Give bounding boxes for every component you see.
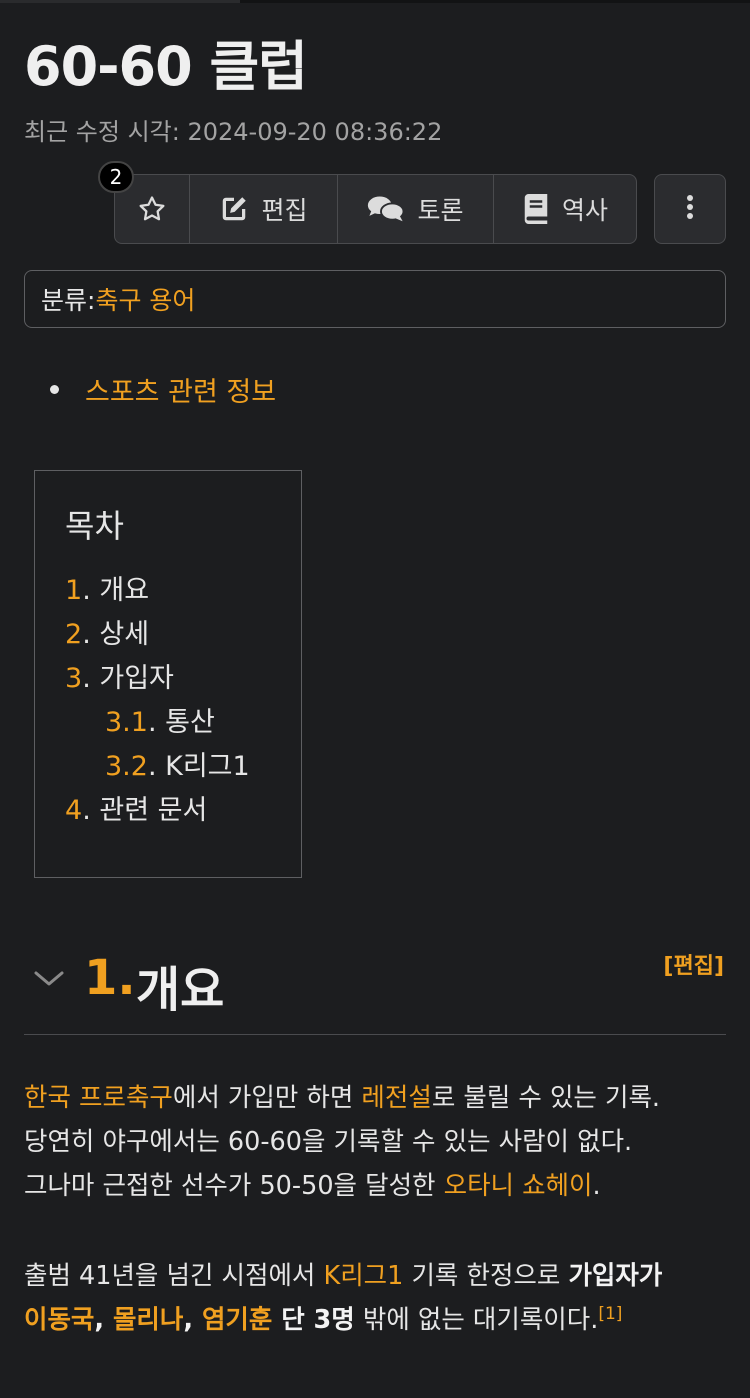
toc-item-label: . 관련 문서 bbox=[82, 795, 208, 826]
separator: , bbox=[94, 1305, 113, 1335]
text: 로 불릴 수 있는 기록. bbox=[431, 1083, 661, 1113]
link-legend[interactable]: 레전설 bbox=[361, 1083, 431, 1113]
edit-icon bbox=[219, 194, 249, 224]
top-bar-mark bbox=[0, 0, 240, 3]
overview-paragraph-1: 한국 프로축구에서 가입만 하면 레전설로 불릴 수 있는 기록. 당연히 야구… bbox=[24, 1076, 734, 1208]
text: 에서 가입만 하면 bbox=[172, 1083, 362, 1113]
toc-item-number[interactable]: 3 bbox=[65, 663, 82, 694]
section-edit-link[interactable]: [편집] bbox=[663, 948, 724, 980]
table-of-contents: 목차 1. 개요 2. 상세 3. 가입자 3.1. 통산 3.2. K리그1 … bbox=[34, 470, 302, 878]
toc-item-number[interactable]: 3.2 bbox=[105, 751, 148, 782]
toc-item-label: . 개요 bbox=[82, 575, 150, 606]
toc-item-label: . 통산 bbox=[147, 707, 215, 738]
edit-label: 편집 bbox=[261, 196, 308, 225]
link-lee-dong-gook[interactable]: 이동국 bbox=[24, 1305, 94, 1335]
category-label: 분류: bbox=[41, 286, 96, 315]
toc-title: 목차 bbox=[65, 507, 124, 545]
toc-item-number[interactable]: 3.1 bbox=[105, 707, 148, 738]
link-kleague1[interactable]: K리그1 bbox=[323, 1261, 403, 1291]
toc-item-number[interactable]: 2 bbox=[65, 619, 82, 650]
history-button[interactable]: 역사 bbox=[494, 175, 636, 243]
link-molina[interactable]: 몰리나 bbox=[113, 1305, 183, 1335]
text: . bbox=[592, 1171, 601, 1201]
toc-item-number[interactable]: 1 bbox=[65, 575, 82, 606]
toc-item-overview[interactable]: 1. 개요 bbox=[65, 569, 301, 613]
text: 당연히 야구에서는 60-60을 기록할 수 있는 사람이 없다. bbox=[24, 1127, 633, 1157]
section-title: 개요 bbox=[136, 962, 225, 1018]
book-icon bbox=[522, 194, 550, 224]
related-link[interactable]: 스포츠 관련 정보 bbox=[85, 370, 276, 409]
text: 그나마 근접한 선수가 50-50을 달성한 bbox=[24, 1171, 444, 1201]
toc-item-details[interactable]: 2. 상세 bbox=[65, 613, 301, 657]
overview-paragraph-2: 출범 41년을 넘긴 시점에서 K리그1 기록 한정으로 가입자가 이동국, 몰… bbox=[24, 1254, 734, 1342]
category-box: 분류: 축구 용어 bbox=[24, 270, 726, 328]
link-ohtani[interactable]: 오타니 쇼헤이 bbox=[444, 1171, 593, 1201]
star-count-badge: 2 bbox=[98, 161, 134, 193]
history-label: 역사 bbox=[561, 196, 608, 225]
star-icon bbox=[137, 194, 167, 224]
discuss-label: 토론 bbox=[417, 196, 464, 225]
document-toolbar: 편집 토론 역사 bbox=[114, 174, 637, 244]
page-title: 60-60 클럽 bbox=[24, 35, 308, 98]
comments-icon bbox=[367, 194, 405, 224]
bold-text: 단 3명 bbox=[272, 1305, 355, 1335]
discuss-button[interactable]: 토론 bbox=[338, 175, 494, 243]
text: 밖에 없는 대기록이다. bbox=[354, 1305, 599, 1335]
link-yeom-ki-hun[interactable]: 염기훈 bbox=[202, 1305, 272, 1335]
toc-item-label: . 상세 bbox=[82, 619, 150, 650]
section-heading-overview: 1. 개요 [편집] bbox=[24, 950, 726, 1035]
more-vertical-icon bbox=[686, 194, 694, 224]
footnote-link[interactable]: [1] bbox=[598, 1304, 622, 1324]
toc-item-label: . K리그1 bbox=[147, 751, 250, 782]
toc-item-members[interactable]: 3. 가입자 bbox=[65, 657, 301, 701]
text: 출범 41년을 넘긴 시점에서 bbox=[24, 1261, 324, 1291]
text: 기록 한정으로 bbox=[403, 1261, 569, 1291]
bullet-dot bbox=[50, 385, 59, 394]
chevron-down-icon[interactable] bbox=[32, 968, 66, 992]
edit-button[interactable]: 편집 bbox=[190, 175, 338, 243]
toc-item-kleague1[interactable]: 3.2. K리그1 bbox=[65, 745, 301, 789]
toc-item-number[interactable]: 4 bbox=[65, 795, 82, 826]
link-korean-pro-football[interactable]: 한국 프로축구 bbox=[24, 1083, 173, 1113]
last-modified: 최근 수정 시각: 2024-09-20 08:36:22 bbox=[24, 118, 443, 146]
toc-item-label: . 가입자 bbox=[82, 663, 174, 694]
bold-text: 가입자가 bbox=[568, 1261, 663, 1291]
more-button[interactable] bbox=[654, 174, 726, 244]
top-bar bbox=[0, 0, 750, 3]
separator: , bbox=[183, 1305, 202, 1335]
related-list-item: 스포츠 관련 정보 bbox=[50, 370, 276, 409]
toc-item-related-docs[interactable]: 4. 관련 문서 bbox=[65, 789, 301, 833]
section-number[interactable]: 1. bbox=[84, 950, 136, 1006]
toc-item-career[interactable]: 3.1. 통산 bbox=[65, 701, 301, 745]
category-link[interactable]: 축구 용어 bbox=[95, 281, 195, 317]
